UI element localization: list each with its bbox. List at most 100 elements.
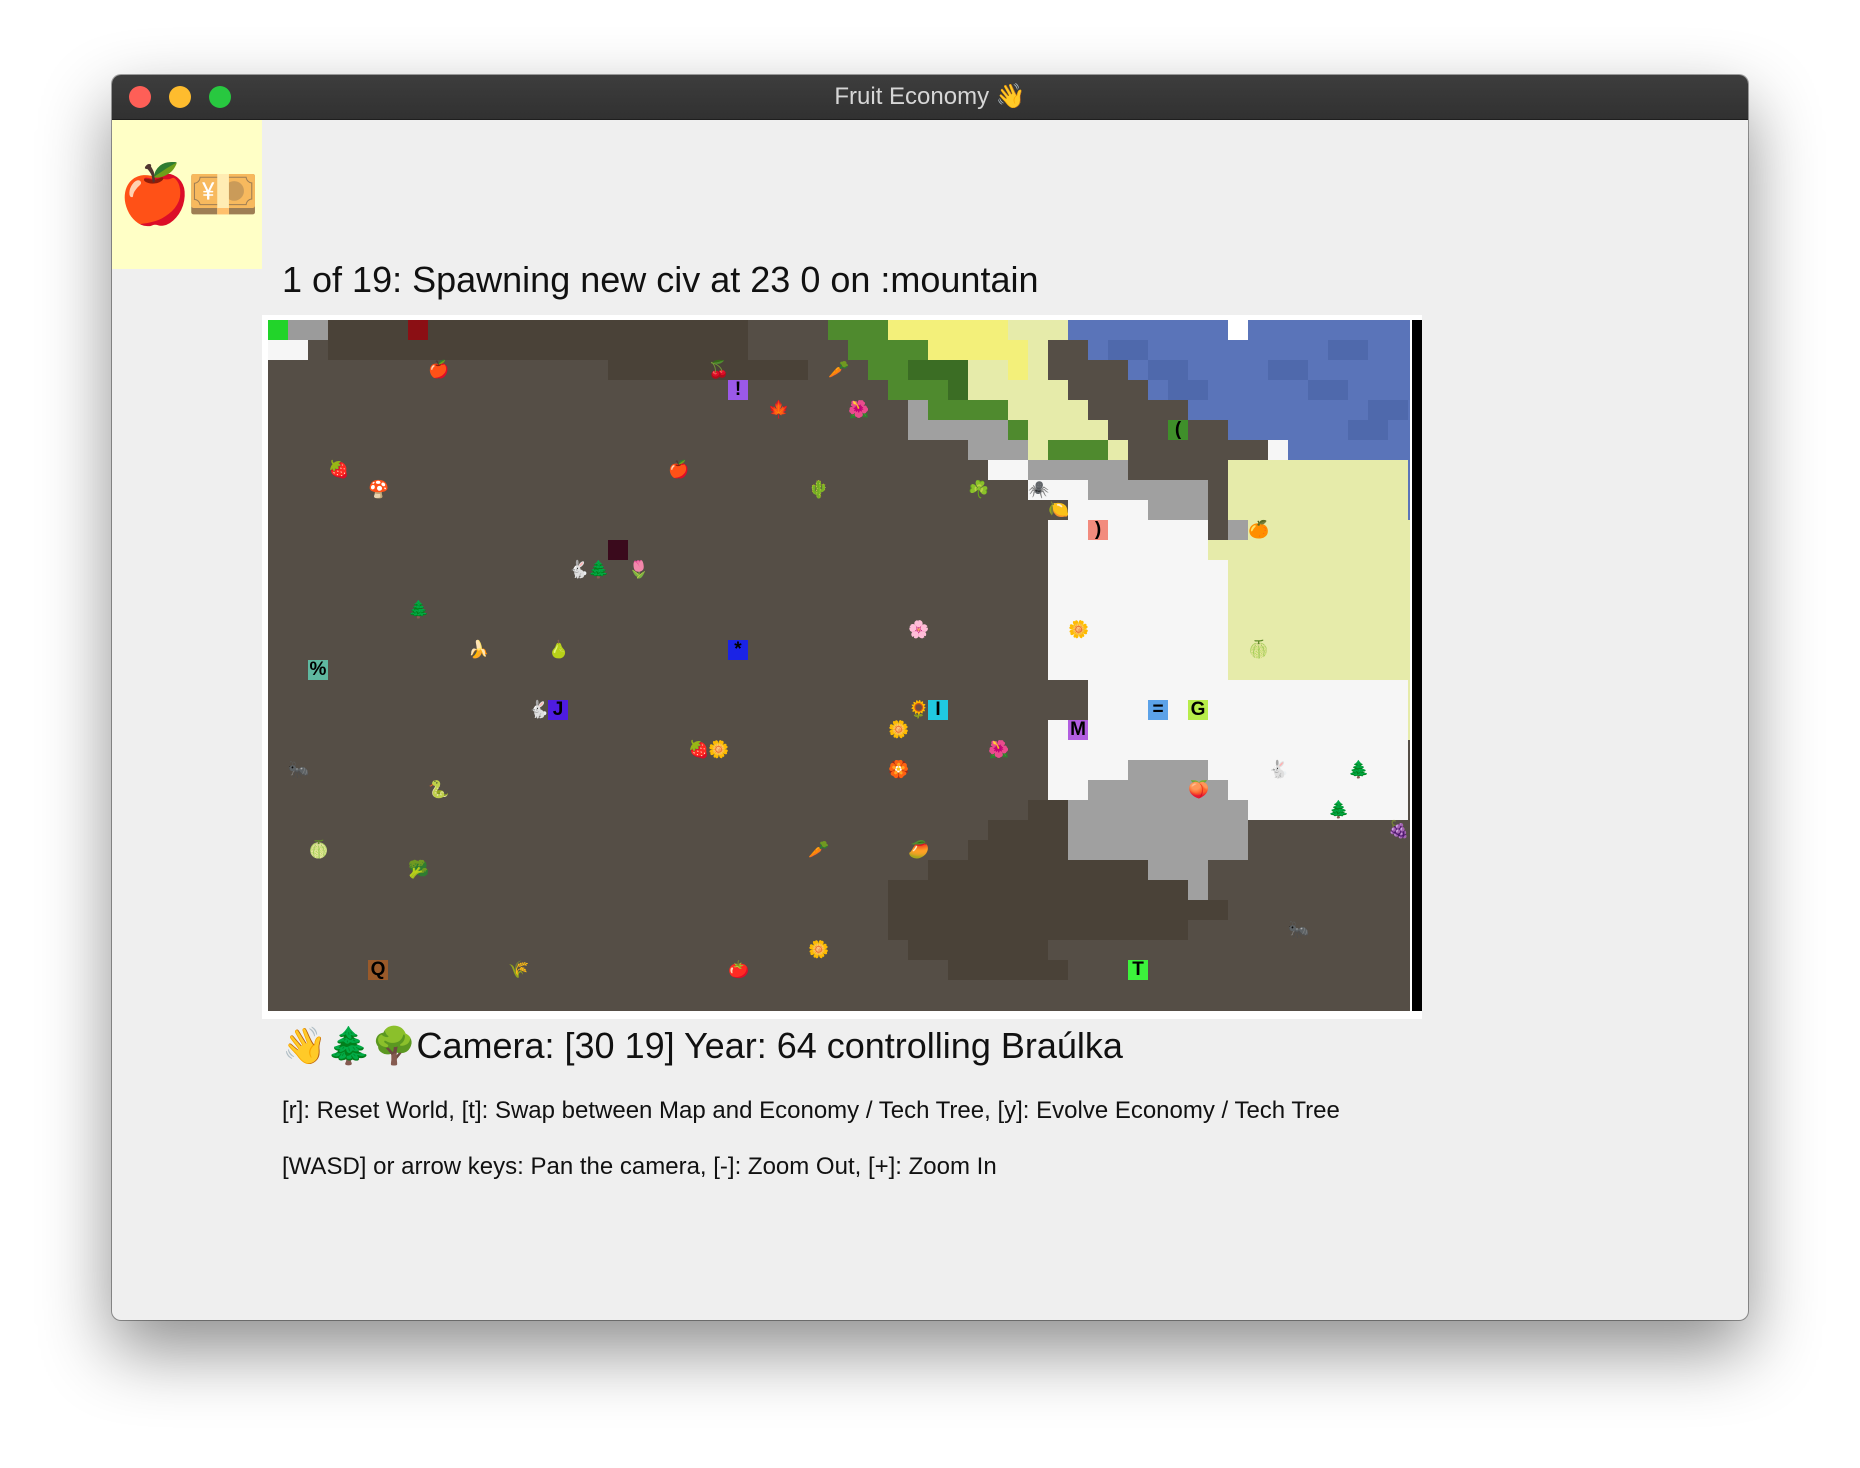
terrain-forest	[948, 380, 968, 400]
camera-info: 👋🌲🌳Camera: [30 19] Year: 64 controlling …	[282, 1025, 1123, 1066]
map-entity-icon[interactable]: 🍌	[468, 640, 489, 660]
terrain-forest	[848, 340, 928, 360]
map-entity-icon[interactable]: 🐍	[428, 780, 449, 800]
map-entity-icon[interactable]: 🥕	[808, 840, 829, 860]
map-entity-icon[interactable]: 🐇	[1268, 760, 1289, 780]
civ-marker[interactable]: *	[728, 640, 748, 660]
terrain-ocean	[1068, 320, 1228, 340]
map-entity-icon[interactable]: 🍎	[668, 460, 689, 480]
terrain-mountain	[908, 420, 968, 440]
map-entity-icon[interactable]: 🍒	[708, 360, 729, 380]
map-entity-icon[interactable]: 🌺	[848, 400, 869, 420]
terrain-hills	[888, 900, 1228, 920]
map-entity-icon[interactable]: 🍓	[688, 740, 709, 760]
terrain-hills	[948, 960, 1068, 980]
terrain-snow	[268, 340, 308, 360]
terrain-mountain	[1068, 800, 1248, 860]
terrain-forest	[828, 320, 888, 340]
terrain-hills	[1028, 800, 1068, 820]
map-entity-icon[interactable]: 🌺	[988, 740, 1009, 760]
map-entity-icon[interactable]: 🐜	[288, 760, 309, 780]
civ-marker[interactable]: (	[1168, 420, 1188, 440]
map-entity-icon[interactable]: 🌾	[508, 960, 529, 980]
terrain-mountain	[1228, 520, 1248, 540]
terrain-forest	[1048, 440, 1108, 460]
civ-marker[interactable]: Q	[368, 960, 388, 980]
terrain-deep-ocean	[1328, 340, 1368, 360]
map-entity-icon[interactable]: 🐜	[1288, 920, 1309, 940]
civ-marker[interactable]: !	[728, 380, 748, 400]
civ-marker[interactable]: G	[1188, 700, 1208, 720]
terrain-deep-ocean	[1108, 340, 1148, 360]
map-entity-icon[interactable]: 🍅	[728, 960, 749, 980]
terrain-mountain	[1168, 480, 1208, 500]
terrain-dirt	[328, 320, 748, 360]
map-entity-icon[interactable]: 🍎	[428, 360, 449, 380]
map-entity-icon[interactable]: 🥦	[408, 860, 429, 880]
map-entity-icon[interactable]: 🌼	[1068, 620, 1089, 640]
terrain-mountain	[968, 440, 1028, 460]
map-entity-icon[interactable]: 🍇	[1388, 820, 1409, 840]
map-entity-icon[interactable]: 🌼	[808, 940, 829, 960]
window-title: Fruit Economy 👋	[834, 83, 1026, 110]
map-edge	[1412, 320, 1422, 1011]
map-entity-icon[interactable]: 🏵️	[888, 760, 909, 780]
terrain-hills	[968, 840, 1068, 860]
terrain-ocean	[1268, 440, 1410, 460]
map-entity-icon[interactable]: 🌻	[908, 700, 929, 720]
map-entity-icon[interactable]: 🌵	[808, 480, 829, 500]
map-entity-icon[interactable]: 🌲	[588, 560, 609, 580]
map-entity-icon[interactable]: 🍋	[1048, 500, 1069, 520]
map-entity-icon[interactable]: 🍑	[1188, 780, 1209, 800]
map-entity-icon[interactable]: 🐇	[568, 560, 589, 580]
terrain-deep-ocean	[1308, 380, 1348, 400]
civ-marker[interactable]: T	[1128, 960, 1148, 980]
civ-marker[interactable]	[268, 320, 288, 340]
terrain-snow	[988, 460, 1028, 480]
map-entity-icon[interactable]: 🥕	[828, 360, 849, 380]
map-entity-icon[interactable]: 🍊	[1248, 520, 1269, 540]
terrain-snow	[1228, 320, 1248, 340]
map-entity-icon[interactable]: 🐇	[528, 700, 549, 720]
terrain-hills	[988, 820, 1068, 840]
map-entity-icon[interactable]: 🕷️	[1028, 480, 1049, 500]
terrain-mountain	[1128, 760, 1208, 780]
map-entity-icon[interactable]: 🍈	[308, 840, 329, 860]
terrain-mountain	[1148, 500, 1208, 520]
map-entity-icon[interactable]: 🌲	[1328, 800, 1349, 820]
help-line-keys: [r]: Reset World, [t]: Swap between Map …	[282, 1097, 1340, 1124]
terrain-mountain	[1028, 460, 1128, 480]
map-entity-icon[interactable]: 🌸	[908, 620, 929, 640]
map-entity-icon[interactable]: 🌲	[1348, 760, 1369, 780]
terrain-hills	[908, 940, 1048, 960]
world-map[interactable]: 🍎 🍒 🥕 🍁 🌺 🍓 🍄 🍎 🌵 ☘️ 🕷️ 🍋 🍊 🐇 🌲 🌷 🌲 🍌 🍐 🌸 🌼 🍈 🐇 🌻 🌼 🍓 🌼 🌺 🐜 🏵️ 🐇 🌲 🐍 🍑 🌲 🍇 🍈…	[268, 320, 1410, 1011]
terrain-deep-ocean	[1148, 360, 1188, 380]
terrain-forest	[928, 400, 1008, 420]
title-bar[interactable]: Fruit Economy 👋	[112, 75, 1748, 120]
map-entity-icon[interactable]: 🍈	[1248, 640, 1269, 660]
civ-marker[interactable]: =	[1148, 700, 1168, 720]
map-entity-icon[interactable]: 🌲	[408, 600, 429, 620]
terrain-desert	[1008, 340, 1028, 380]
terrain-deep-ocean	[1168, 380, 1208, 400]
civ-marker[interactable]: %	[308, 660, 328, 680]
status-message: 1 of 19: Spawning new civ at 23 0 on :mo…	[282, 259, 1039, 300]
world-map-frame: 🍎 🍒 🥕 🍁 🌺 🍓 🍄 🍎 🌵 ☘️ 🕷️ 🍋 🍊 🐇 🌲 🌷 🌲 🍌 🍐 🌸 🌼 🍈 🐇 🌻 🌼 🍓 🌼 🌺 🐜 🏵️ 🐇 🌲 🐍 🍑 🌲 🍇 🍈…	[262, 315, 1422, 1019]
civ-marker[interactable]: J	[548, 700, 568, 720]
terrain-mountain	[908, 400, 928, 420]
civ-marker[interactable]: I	[928, 700, 948, 720]
map-entity-icon[interactable]: 🍐	[548, 640, 569, 660]
map-entity-icon[interactable]: 🌼	[888, 720, 909, 740]
app-logo-icon: 🍎💴	[112, 120, 262, 269]
civ-marker[interactable]	[608, 540, 628, 560]
map-entity-icon[interactable]: 🥭	[908, 840, 929, 860]
map-entity-icon[interactable]: 🍄	[368, 480, 389, 500]
civ-marker[interactable]	[408, 320, 428, 340]
map-entity-icon[interactable]: 🍓	[328, 460, 349, 480]
map-entity-icon[interactable]: 🌼	[708, 740, 729, 760]
civ-marker[interactable]: M	[1068, 720, 1088, 740]
map-entity-icon[interactable]: 🍁	[768, 400, 789, 420]
civ-marker[interactable]: )	[1088, 520, 1108, 540]
map-entity-icon[interactable]: 🌷	[628, 560, 649, 580]
map-entity-icon[interactable]: ☘️	[968, 480, 989, 500]
